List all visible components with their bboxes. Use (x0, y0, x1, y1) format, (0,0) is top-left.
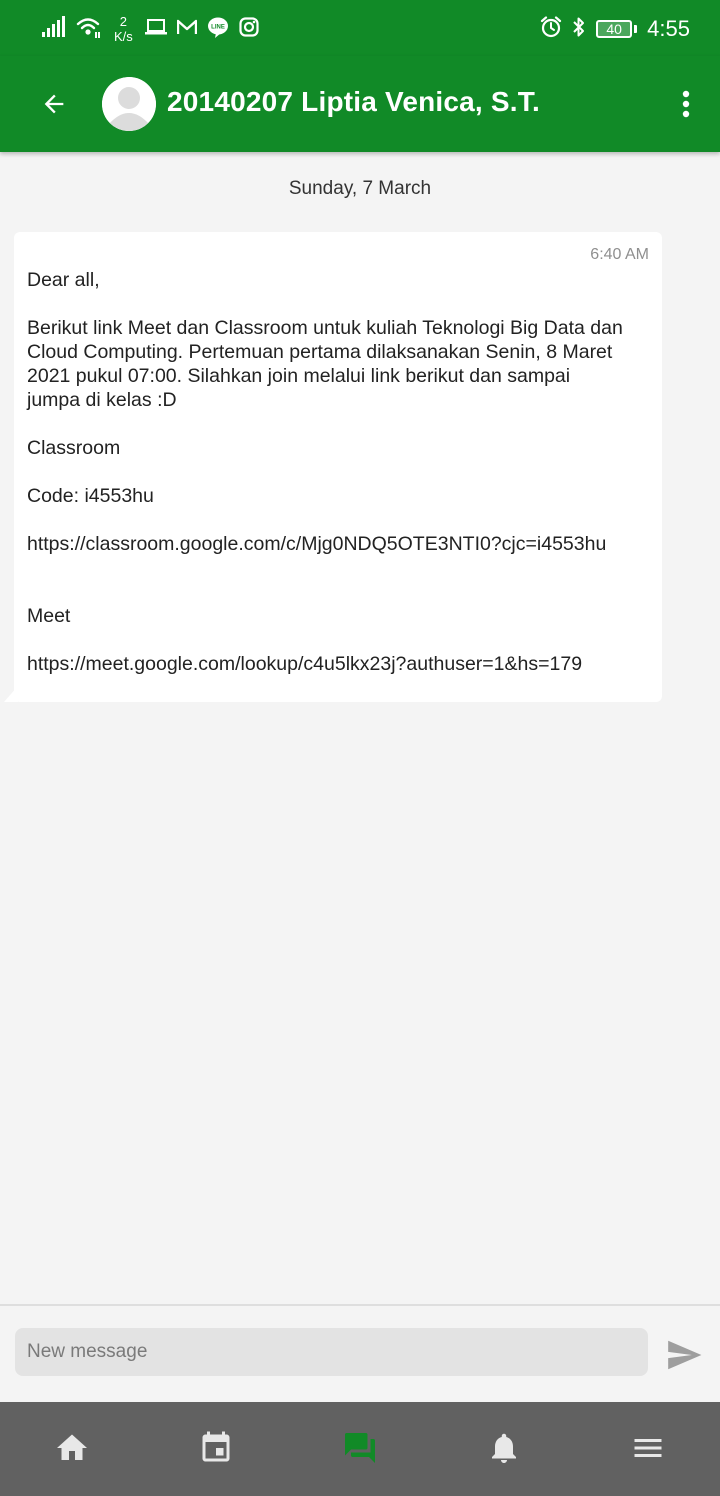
send-button[interactable] (664, 1336, 704, 1374)
home-icon (57, 1434, 87, 1460)
net-speed-unit: K/s (114, 29, 133, 44)
wifi-icon (76, 16, 102, 43)
avatar[interactable] (102, 77, 156, 131)
back-button[interactable] (32, 82, 76, 126)
app-bar: 20140207 Liptia Venica, S.T. (0, 56, 720, 152)
chat-icon (345, 1433, 375, 1463)
nav-calendar[interactable] (196, 1428, 236, 1468)
meet-link[interactable]: https://meet.google.com/lookup/c4u5lkx23… (27, 652, 649, 676)
line-icon: LINE (207, 16, 229, 43)
message-input[interactable] (15, 1328, 648, 1376)
date-separator: Sunday, 7 March (288, 178, 432, 199)
status-time: 4:55 (647, 16, 690, 41)
battery-level: 40 (606, 21, 622, 37)
message-body-line: 2021 pukul 07:00. Silahkan join melalui … (27, 365, 571, 387)
battery-tip (634, 25, 638, 33)
bottom-navigation (0, 1402, 720, 1496)
alarm-icon (540, 15, 562, 43)
send-icon (668, 1340, 702, 1370)
svg-text:LINE: LINE (211, 24, 225, 30)
message-composer (0, 1304, 720, 1400)
message-time: 6:40 AM (590, 246, 649, 263)
network-speed: 2 K/s (114, 14, 133, 44)
meet-heading: Meet (27, 605, 71, 627)
calendar-icon (202, 1431, 230, 1462)
more-vert-icon (682, 90, 690, 118)
signal-icon (42, 15, 66, 43)
net-speed-value: 2 (119, 14, 128, 29)
message-greeting: Dear all, (27, 269, 100, 291)
menu-icon (634, 1439, 662, 1457)
nav-home[interactable] (52, 1428, 92, 1468)
notifications-icon (492, 1433, 516, 1463)
person-icon (102, 77, 156, 131)
classroom-link[interactable]: https://classroom.google.com/c/Mjg0NDQ5O… (27, 532, 649, 556)
arrow-back-icon (44, 94, 64, 114)
gmail-icon (176, 19, 197, 40)
more-options-button[interactable] (668, 82, 704, 126)
message-body-line: jumpa di kelas :D (27, 389, 177, 411)
instagram-icon (239, 16, 259, 42)
classroom-heading: Classroom (27, 437, 121, 459)
status-bar: 2 K/s LINE 40 4:55 (0, 0, 720, 56)
battery-icon: 40 (596, 20, 633, 38)
nav-chat[interactable] (340, 1428, 380, 1468)
classroom-code: Code: i4553hu (27, 485, 154, 507)
bluetooth-icon (572, 16, 586, 43)
page-title[interactable]: 20140207 Liptia Venica, S.T. (167, 86, 540, 118)
message-bubble[interactable]: 6:40 AM Dear all, Berikut link Meet dan … (14, 232, 662, 702)
nav-menu[interactable] (628, 1428, 668, 1468)
laptop-icon (144, 18, 167, 41)
message-body-line: Cloud Computing. Pertemuan pertama dilak… (27, 341, 613, 363)
nav-notifications[interactable] (484, 1428, 524, 1468)
message-body-line: Berikut link Meet dan Classroom untuk ku… (27, 317, 623, 339)
